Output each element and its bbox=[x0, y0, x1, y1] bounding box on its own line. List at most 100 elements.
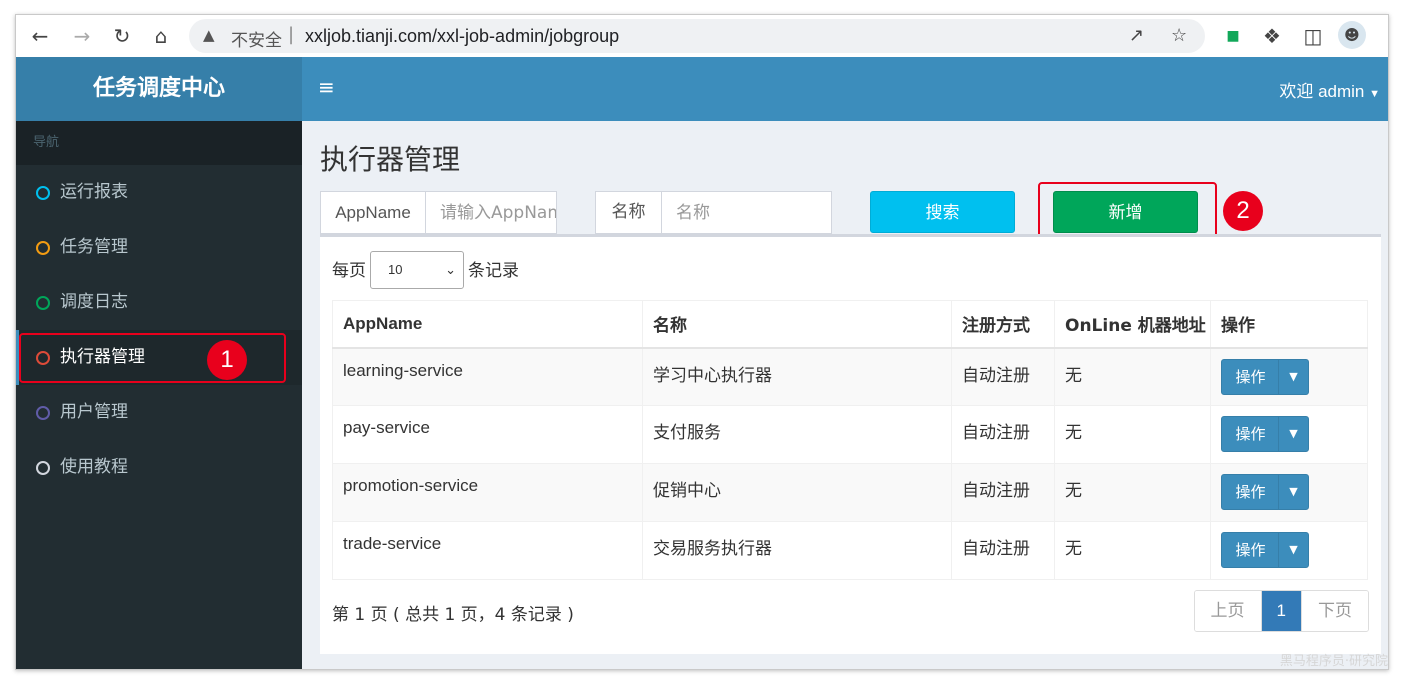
table-row: pay-service 支付服务 自动注册 无 操作 ▼ bbox=[332, 405, 1368, 464]
profile-avatar[interactable]: ☻ bbox=[1338, 21, 1366, 49]
home-icon[interactable]: ⌂ bbox=[149, 24, 173, 48]
sidebar: 导航 运行报表 任务管理 调度日志 执行器管理 用户管理 使用教程 1 bbox=[16, 121, 302, 669]
operation-dropdown-button[interactable]: 操作 ▼ bbox=[1221, 358, 1309, 395]
cell-registration: 自动注册 bbox=[951, 405, 1055, 464]
chevron-down-icon: ⌄ bbox=[445, 262, 456, 277]
name-input[interactable] bbox=[662, 192, 831, 233]
brand-logo[interactable]: 任务调度中心 bbox=[16, 57, 302, 121]
cell-appname: promotion-service bbox=[332, 463, 643, 522]
table-row: learning-service 学习中心执行器 自动注册 无 操作 ▼ bbox=[332, 347, 1368, 406]
sidebar-item-label: 使用教程 bbox=[60, 457, 128, 477]
caret-down-icon[interactable]: ▼ bbox=[1278, 417, 1308, 451]
cell-appname: pay-service bbox=[332, 405, 643, 464]
user-menu[interactable]: 欢迎 admin ▼ bbox=[1279, 77, 1380, 102]
page-title: 执行器管理 bbox=[320, 143, 461, 176]
column-header: 操作 bbox=[1210, 300, 1368, 349]
app-header: 任务调度中心 ≡ 欢迎 admin ▼ bbox=[16, 57, 1388, 121]
operation-dropdown-button[interactable]: 操作 ▼ bbox=[1221, 532, 1309, 568]
circle-icon bbox=[36, 186, 50, 200]
operation-label: 操作 bbox=[1235, 425, 1266, 443]
search-button[interactable]: 搜索 bbox=[870, 191, 1015, 233]
page-size-value: 10 bbox=[388, 262, 403, 277]
side-panel-icon[interactable]: ◫ bbox=[1301, 24, 1325, 48]
sidebar-item-label: 用户管理 bbox=[60, 402, 128, 422]
forward-icon[interactable]: → bbox=[70, 24, 94, 48]
browser-toolbar: ← → ↻ ⌂ ▲ 不安全 | xxljob.tianji.com/xxl-jo… bbox=[16, 15, 1388, 57]
sidebar-item-jobs[interactable]: 任务管理 bbox=[16, 220, 302, 275]
column-header[interactable]: OnLine 机器地址 bbox=[1054, 300, 1211, 349]
cell-registration: 自动注册 bbox=[951, 463, 1055, 522]
insecure-label: 不安全 bbox=[231, 31, 282, 51]
annotation-box-2 bbox=[1038, 182, 1217, 241]
cell-name: 交易服务执行器 bbox=[642, 521, 952, 580]
prev-page-button[interactable]: 上页 bbox=[1194, 591, 1261, 631]
operation-dropdown-button[interactable]: 操作 ▼ bbox=[1221, 474, 1309, 510]
watermark: 黑马程序员·研究院 bbox=[1279, 654, 1388, 669]
caret-down-icon[interactable]: ▼ bbox=[1278, 533, 1308, 567]
menu-toggle-icon[interactable]: ≡ bbox=[318, 75, 335, 99]
share-icon[interactable]: ↗ bbox=[1129, 25, 1144, 46]
name-label: 名称 bbox=[596, 192, 662, 233]
sidebar-item-label: 任务管理 bbox=[60, 237, 128, 257]
extension-green-icon[interactable]: ■ bbox=[1221, 24, 1245, 48]
executor-table: AppName 名称 注册方式 OnLine 机器地址 操作 learning-… bbox=[332, 300, 1368, 580]
cell-registration: 自动注册 bbox=[951, 347, 1055, 406]
per-page-prefix: 每页 bbox=[332, 261, 366, 281]
cell-online: 无 bbox=[1054, 347, 1211, 406]
page-length-control: 每页 10 ⌄ 条记录 bbox=[332, 251, 519, 290]
main-content: 执行器管理 AppName 名称 搜索 新增 2 每页10⌄条记录 AppNam… bbox=[302, 121, 1388, 669]
cell-actions: 操作 ▼ bbox=[1210, 405, 1368, 464]
reload-icon[interactable]: ↻ bbox=[110, 24, 134, 48]
top-navbar: ≡ 欢迎 admin ▼ bbox=[302, 57, 1388, 121]
sidebar-item-label: 运行报表 bbox=[60, 182, 128, 202]
circle-icon bbox=[36, 461, 50, 475]
cell-appname: trade-service bbox=[332, 521, 643, 580]
back-icon[interactable]: ← bbox=[28, 24, 52, 48]
caret-down-icon: ▼ bbox=[1369, 88, 1380, 100]
circle-icon bbox=[36, 241, 50, 255]
cell-name: 支付服务 bbox=[642, 405, 952, 464]
sidebar-item-users[interactable]: 用户管理 bbox=[16, 385, 302, 440]
circle-icon bbox=[36, 296, 50, 310]
appname-label: AppName bbox=[321, 192, 426, 233]
caret-down-icon[interactable]: ▼ bbox=[1278, 359, 1308, 394]
address-bar[interactable]: ▲ 不安全 | xxljob.tianji.com/xxl-job-admin/… bbox=[189, 19, 1205, 53]
per-page-suffix: 条记录 bbox=[468, 261, 519, 281]
column-header[interactable]: 注册方式 bbox=[951, 300, 1055, 349]
sidebar-item-help[interactable]: 使用教程 bbox=[16, 440, 302, 495]
extensions-puzzle-icon[interactable]: ❖ bbox=[1260, 24, 1284, 48]
url-text[interactable]: xxljob.tianji.com/xxl-job-admin/jobgroup bbox=[305, 26, 619, 47]
operation-label: 操作 bbox=[1235, 541, 1266, 559]
table-row: trade-service 交易服务执行器 自动注册 无 操作 ▼ bbox=[332, 521, 1368, 580]
page-number-button[interactable]: 1 bbox=[1260, 591, 1302, 631]
table-row: promotion-service 促销中心 自动注册 无 操作 ▼ bbox=[332, 463, 1368, 522]
table-summary: 第 1 页 ( 总共 1 页，4 条记录 ) bbox=[332, 605, 574, 625]
page-size-select[interactable]: 10 ⌄ bbox=[370, 251, 464, 289]
column-header[interactable]: AppName bbox=[332, 300, 643, 349]
operation-label: 操作 bbox=[1235, 483, 1266, 501]
cell-registration: 自动注册 bbox=[951, 521, 1055, 580]
welcome-label: 欢迎 admin bbox=[1279, 82, 1365, 101]
cell-actions: 操作 ▼ bbox=[1210, 347, 1368, 406]
sidebar-item-reports[interactable]: 运行报表 bbox=[16, 165, 302, 220]
cell-online: 无 bbox=[1054, 405, 1211, 464]
address-separator: | bbox=[288, 24, 295, 45]
name-filter: 名称 bbox=[595, 191, 832, 234]
sidebar-item-label: 调度日志 bbox=[60, 292, 128, 312]
next-page-button[interactable]: 下页 bbox=[1302, 591, 1368, 631]
sidebar-item-logs[interactable]: 调度日志 bbox=[16, 275, 302, 330]
bookmark-star-icon[interactable]: ☆ bbox=[1171, 25, 1187, 46]
table-header-row: AppName 名称 注册方式 OnLine 机器地址 操作 bbox=[332, 300, 1368, 349]
appname-filter: AppName bbox=[320, 191, 557, 234]
browser-window: ← → ↻ ⌂ ▲ 不安全 | xxljob.tianji.com/xxl-jo… bbox=[15, 14, 1389, 670]
cell-name: 学习中心执行器 bbox=[642, 347, 952, 406]
operation-dropdown-button[interactable]: 操作 ▼ bbox=[1221, 416, 1309, 452]
annotation-badge-1: 1 bbox=[207, 340, 247, 380]
pagination: 上页 1 下页 bbox=[1193, 590, 1369, 632]
cell-online: 无 bbox=[1054, 463, 1211, 522]
column-header[interactable]: 名称 bbox=[642, 300, 952, 349]
caret-down-icon[interactable]: ▼ bbox=[1278, 475, 1308, 509]
cell-actions: 操作 ▼ bbox=[1210, 521, 1368, 580]
appname-input[interactable] bbox=[426, 192, 556, 233]
annotation-badge-2: 2 bbox=[1223, 191, 1263, 231]
